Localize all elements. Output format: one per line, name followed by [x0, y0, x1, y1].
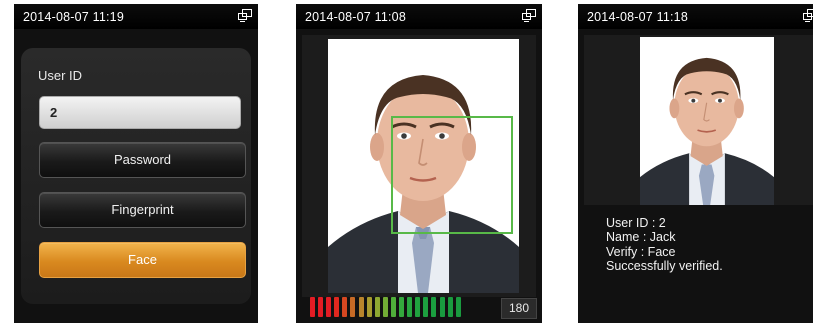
face-capture-screen: 2014-08-07 11:08 180 [296, 4, 542, 323]
status-time: 2014-08-07 11:19 [23, 9, 124, 24]
network-icon [803, 9, 813, 22]
verification-info: User ID : 2 Name : Jack Verify : Face Su… [606, 216, 723, 274]
info-name: Name : Jack [606, 230, 676, 245]
status-time: 2014-08-07 11:18 [587, 9, 688, 24]
camera-view [328, 39, 519, 293]
quality-meter-segment [350, 297, 356, 317]
status-bar: 2014-08-07 11:19 [14, 4, 258, 29]
quality-meter-segment [423, 297, 429, 317]
quality-meter-segment [382, 297, 388, 317]
face-button[interactable]: Face [39, 242, 246, 278]
quality-meter [310, 297, 464, 319]
info-verify-method: Verify : Face [606, 244, 676, 259]
quality-score: 180 [501, 298, 537, 319]
status-bar: 2014-08-07 11:18 [578, 4, 813, 29]
quality-meter-segment [407, 297, 413, 317]
quality-meter-segment [390, 297, 396, 317]
quality-meter-segment [455, 297, 461, 317]
quality-meter-segment [399, 297, 405, 317]
quality-meter-segment [415, 297, 421, 317]
person-portrait [640, 37, 774, 205]
quality-meter-segment [447, 297, 453, 317]
quality-meter-segment [310, 297, 315, 317]
quality-meter-segment [318, 297, 324, 317]
status-time: 2014-08-07 11:08 [305, 9, 406, 24]
quality-meter-segment [334, 297, 340, 317]
network-icon [238, 9, 252, 22]
verify-menu-screen: 2014-08-07 11:19 User ID 2 Password Fing… [14, 4, 258, 323]
user-photo [640, 37, 774, 205]
status-bar: 2014-08-07 11:08 [296, 4, 542, 29]
quality-meter-segment [358, 297, 364, 317]
password-button[interactable]: Password [39, 142, 246, 178]
face-detection-box [391, 116, 513, 234]
fingerprint-button[interactable]: Fingerprint [39, 192, 246, 228]
quality-meter-segment [326, 297, 332, 317]
info-user-id: User ID : 2 [606, 216, 666, 230]
quality-meter-segment [431, 297, 437, 317]
quality-meter-segment [439, 297, 445, 317]
info-status: Successfully verified. [606, 259, 723, 274]
verify-result-screen: 2014-08-07 11:18 User ID: 2 Name: Jack… [578, 4, 813, 323]
quality-meter-segment [374, 297, 380, 317]
network-icon [522, 9, 536, 22]
user-id-label: User ID [38, 68, 83, 83]
quality-meter-segment [366, 297, 372, 317]
quality-meter-segment [342, 297, 348, 317]
user-id-input[interactable]: 2 [39, 96, 241, 129]
